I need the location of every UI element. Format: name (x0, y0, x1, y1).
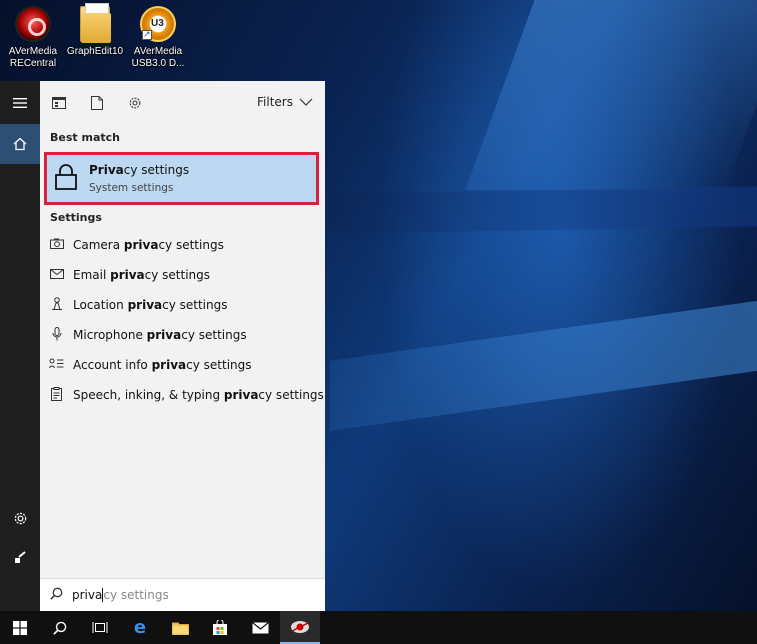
file-explorer-icon[interactable] (160, 611, 200, 644)
search-icon[interactable] (40, 611, 80, 644)
desktop-icon-avermedia-usb3[interactable]: U3 AVerMedia USB3.0 D... (127, 6, 189, 70)
result-label: Email privacy settings (73, 268, 211, 282)
avermedia-recentral-icon (15, 6, 51, 42)
result-account-info-privacy-settings[interactable]: Account info privacy settings (40, 350, 325, 380)
result-label: Location privacy settings (73, 298, 228, 312)
speech-icon (40, 386, 73, 404)
result-microphone-privacy-settings[interactable]: Microphone privacy settings (40, 320, 325, 350)
filters-dropdown[interactable]: Filters (257, 95, 313, 109)
taskbar: e (0, 611, 757, 644)
filters-label: Filters (257, 95, 293, 109)
desktop-icon-graphedit10[interactable]: GraphEdit10 (64, 3, 126, 58)
desktop-icon-label: AVerMedia USB3.0 D... (131, 46, 185, 69)
location-icon (40, 297, 73, 313)
search-icon (40, 587, 72, 604)
desktop-icon-avermedia-recentral[interactable]: AVerMedia RECentral (2, 6, 64, 70)
camera-icon (40, 238, 73, 252)
settings-gear-icon[interactable] (0, 498, 40, 538)
apps-icon[interactable] (40, 81, 78, 125)
result-label: Account info privacy settings (73, 358, 252, 372)
feedback-icon[interactable] (0, 538, 40, 578)
best-match-heading: Best match (50, 131, 120, 144)
search-typed-text: priva (72, 588, 103, 602)
desktop-icon-label: AVerMedia RECentral (8, 46, 58, 69)
shortcut-arrow-icon (142, 28, 152, 40)
home-icon[interactable] (0, 124, 40, 164)
microphone-icon (40, 326, 73, 344)
result-label: Microphone privacy settings (73, 328, 247, 342)
store-icon[interactable] (200, 611, 240, 644)
windows-start-icon[interactable] (0, 611, 40, 644)
best-match-subtitle: System settings (89, 182, 174, 194)
folder-icon (80, 3, 111, 43)
search-input[interactable]: priva cy settings (40, 578, 325, 611)
desktop-icon-label: GraphEdit10 (66, 46, 124, 57)
result-label: Camera privacy settings (73, 238, 224, 252)
wallpaper-light-beam (330, 186, 757, 234)
settings-heading: Settings (50, 211, 102, 224)
result-location-privacy-settings[interactable]: Location privacy settings (40, 290, 325, 320)
wallpaper-light-beam (330, 299, 757, 431)
mail-icon (40, 268, 73, 282)
avermedia-usb3-icon: U3 (140, 6, 176, 42)
result-speech-inking-typing-privacy-settings[interactable]: Speech, inking, & typing privacy setting… (40, 380, 325, 410)
lock-icon (55, 164, 77, 190)
chevron-down-icon (299, 98, 313, 106)
settings-icon[interactable] (116, 81, 154, 125)
wallpaper-light-beam (465, 0, 757, 190)
documents-icon[interactable] (78, 81, 116, 125)
result-label: Speech, inking, & typing privacy setting… (73, 388, 324, 402)
search-results-panel: Filters Best match Privacy settings Syst… (40, 81, 325, 578)
u3-badge: U3 (151, 18, 164, 29)
best-match-title: Privacy settings (89, 163, 190, 177)
results-toolbar: Filters (40, 81, 325, 125)
result-email-privacy-settings[interactable]: Email privacy settings (40, 260, 325, 290)
account-info-icon (40, 358, 73, 372)
avermedia-app-icon[interactable] (280, 611, 320, 644)
start-menu-rail (0, 81, 40, 611)
search-suggestion-text: cy settings (103, 588, 169, 602)
best-match-privacy-settings[interactable]: Privacy settings System settings (44, 152, 319, 205)
task-view-icon[interactable] (80, 611, 120, 644)
mail-icon[interactable] (240, 611, 280, 644)
hamburger-menu-icon[interactable] (0, 83, 40, 123)
edge-browser-icon[interactable]: e (120, 611, 160, 644)
result-camera-privacy-settings[interactable]: Camera privacy settings (40, 230, 325, 260)
